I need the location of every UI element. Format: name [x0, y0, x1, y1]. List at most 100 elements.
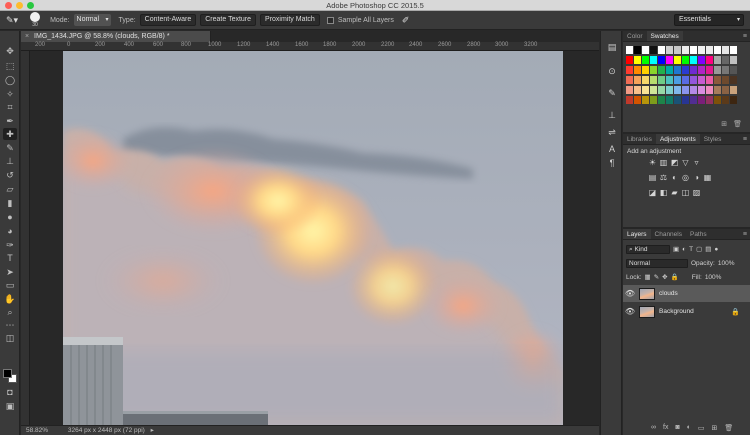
new-layer-icon[interactable]: ⊞: [712, 424, 718, 432]
layer-row-background[interactable]: 👁 Background 🔒: [623, 303, 750, 320]
swatch[interactable]: [722, 56, 729, 64]
swatch[interactable]: [730, 96, 737, 104]
tab-layers[interactable]: Layers: [623, 229, 651, 239]
threshold-icon[interactable]: ▰: [670, 188, 679, 197]
swatch[interactable]: [650, 56, 657, 64]
brush-presets-panel-icon[interactable]: ✎: [606, 87, 618, 99]
swatch[interactable]: [698, 66, 705, 74]
swatch[interactable]: [634, 66, 641, 74]
delete-swatch-icon[interactable]: 🗑: [733, 120, 742, 128]
swatch[interactable]: [730, 46, 737, 54]
posterize-icon[interactable]: ◧: [659, 188, 668, 197]
swatch[interactable]: [658, 56, 665, 64]
photo-filter-icon[interactable]: ◎: [681, 173, 690, 182]
swatch[interactable]: [626, 56, 633, 64]
swatch[interactable]: [714, 86, 721, 94]
swatch[interactable]: [698, 76, 705, 84]
swatch[interactable]: [682, 66, 689, 74]
swatch[interactable]: [666, 76, 673, 84]
dodge-tool-icon[interactable]: ◕: [3, 225, 17, 237]
brightness-contrast-icon[interactable]: ☀: [648, 158, 657, 167]
swatch[interactable]: [714, 56, 721, 64]
filter-toggle-icon[interactable]: ●: [714, 246, 718, 253]
hand-tool-icon[interactable]: ✋: [3, 293, 17, 305]
photo-canvas[interactable]: [63, 51, 563, 425]
swatch[interactable]: [650, 46, 657, 54]
actions-panel-icon[interactable]: ⊙: [606, 65, 618, 77]
swatch[interactable]: [674, 76, 681, 84]
swatch[interactable]: [674, 56, 681, 64]
more-tools-icon[interactable]: ⋯: [3, 319, 17, 331]
zoom-level[interactable]: 58.82%: [26, 427, 48, 434]
tab-styles[interactable]: Styles: [700, 134, 726, 144]
delete-layer-icon[interactable]: 🗑: [724, 424, 733, 432]
sample-all-layers-checkbox[interactable]: [326, 16, 334, 24]
blend-mode-select[interactable]: Normal: [626, 258, 688, 268]
swatch[interactable]: [714, 76, 721, 84]
swatch[interactable]: [650, 66, 657, 74]
swatch[interactable]: [722, 86, 729, 94]
new-group-icon[interactable]: ▭: [698, 424, 705, 432]
tab-adjustments[interactable]: Adjustments: [655, 134, 700, 144]
eraser-tool-icon[interactable]: ▱: [3, 183, 17, 195]
swatch[interactable]: [658, 96, 665, 104]
swatch[interactable]: [722, 96, 729, 104]
swatch[interactable]: [626, 86, 633, 94]
swatch[interactable]: [658, 66, 665, 74]
crop-tool-icon[interactable]: ⌗: [3, 101, 17, 113]
clone-source-panel-icon[interactable]: ⊥: [606, 109, 618, 121]
document-tab[interactable]: × IMG_1434.JPG @ 58.8% (clouds, RGB/8) *: [21, 31, 211, 42]
black-white-icon[interactable]: ◐: [670, 173, 679, 182]
lasso-tool-icon[interactable]: ◯: [3, 74, 17, 86]
close-document-icon[interactable]: ×: [25, 33, 29, 40]
swatch[interactable]: [634, 56, 641, 64]
canvas-area[interactable]: [30, 51, 599, 425]
swatch[interactable]: [706, 86, 713, 94]
paragraph-panel-icon[interactable]: ¶: [606, 157, 618, 169]
swatch[interactable]: [626, 76, 633, 84]
swatch[interactable]: [730, 56, 737, 64]
swatch[interactable]: [642, 56, 649, 64]
swatch[interactable]: [666, 46, 673, 54]
swatch[interactable]: [706, 76, 713, 84]
swatch[interactable]: [714, 96, 721, 104]
swatch[interactable]: [650, 86, 657, 94]
swatch[interactable]: [714, 46, 721, 54]
blur-tool-icon[interactable]: ●: [3, 211, 17, 223]
swatch[interactable]: [730, 86, 737, 94]
layer-name[interactable]: Background: [659, 308, 694, 315]
filter-smart-object-icon[interactable]: ▤: [705, 245, 711, 253]
move-tool-icon[interactable]: ✥: [3, 45, 17, 57]
swatch[interactable]: [626, 66, 633, 74]
close-window-button[interactable]: [5, 2, 12, 9]
gradient-map-icon[interactable]: ◫: [681, 188, 690, 197]
swatch[interactable]: [634, 46, 641, 54]
swatch[interactable]: [690, 96, 697, 104]
link-layers-icon[interactable]: ∞: [651, 424, 656, 432]
horizontal-ruler[interactable]: 200 0 200 400 600 800 1000 1200 1400 160…: [21, 42, 599, 51]
swatch[interactable]: [706, 46, 713, 54]
new-adjustment-layer-icon[interactable]: ◐: [687, 424, 691, 432]
content-aware-button[interactable]: Content-Aware: [139, 14, 197, 26]
swatch[interactable]: [674, 46, 681, 54]
pen-tool-icon[interactable]: ✑: [3, 239, 17, 251]
brush-preset-picker[interactable]: 30: [30, 12, 41, 28]
clone-stamp-tool-icon[interactable]: ⊥: [3, 155, 17, 167]
tab-libraries[interactable]: Libraries: [623, 134, 656, 144]
swatch[interactable]: [658, 86, 665, 94]
swatch[interactable]: [706, 56, 713, 64]
swatch[interactable]: [682, 96, 689, 104]
zoom-tool-icon[interactable]: ⌕: [3, 306, 17, 318]
eye-icon[interactable]: 👁: [623, 307, 637, 316]
swatch[interactable]: [730, 66, 737, 74]
lock-transparent-icon[interactable]: ▦: [645, 273, 651, 281]
color-lookup-icon[interactable]: ▦: [703, 173, 712, 182]
tab-color[interactable]: Color: [623, 31, 647, 41]
swatch[interactable]: [642, 76, 649, 84]
swatch[interactable]: [674, 86, 681, 94]
swatch[interactable]: [642, 66, 649, 74]
swatch[interactable]: [690, 56, 697, 64]
filter-pixel-icon[interactable]: ▣: [673, 245, 679, 253]
swatch[interactable]: [642, 46, 649, 54]
swatch[interactable]: [722, 46, 729, 54]
